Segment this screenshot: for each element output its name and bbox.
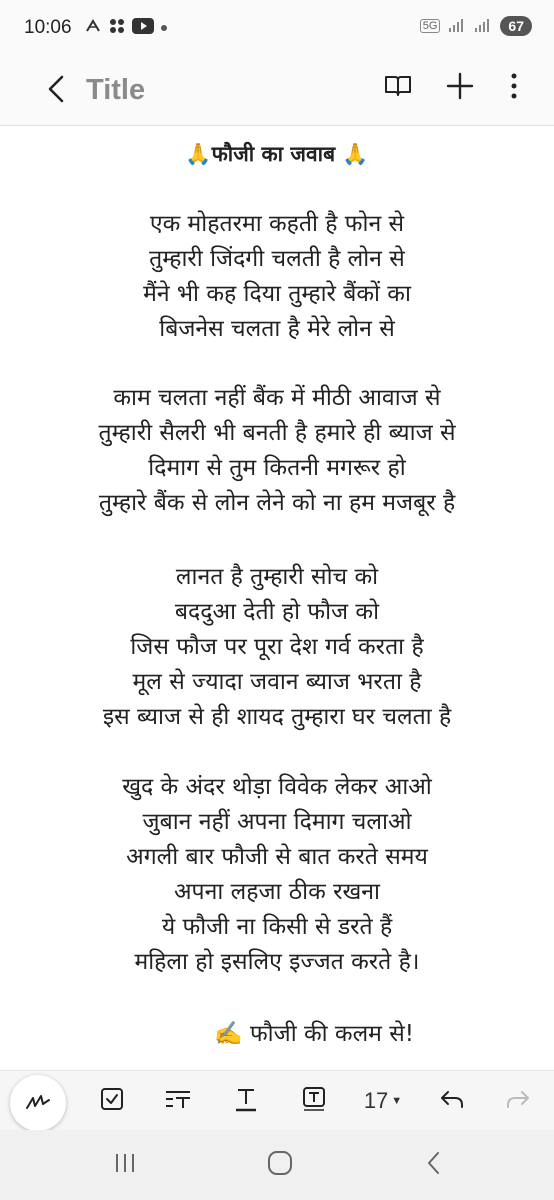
home-icon [267,1150,293,1180]
text-box-icon [302,1086,326,1116]
network-type: 5G [419,19,441,33]
status-right: 5G 67 [419,16,532,36]
poem-line: अगली बार फौजी से बात करते समय [126,844,428,870]
redo-icon [505,1088,531,1114]
note-body[interactable]: 🙏फौजी का जवाब 🙏 एक मोहतरमा कहती है फोन स… [0,126,554,1070]
poem-line: जिस फौज पर पूरा देश गर्व करता है [130,634,424,660]
note-title[interactable]: Title [86,74,145,107]
poem-line: दिमाग से तुम कितनी मगरूर हो [148,455,406,481]
recent-apps-button[interactable] [105,1148,145,1182]
back-arrow-icon [426,1151,442,1179]
app-bar: Title [0,56,554,126]
handwriting-button[interactable] [10,1075,66,1131]
app-bar-actions [380,66,524,110]
paragraph-style-button[interactable] [158,1079,198,1123]
system-back-button[interactable] [414,1148,454,1182]
poem-line: बिजनेस चलता है मेरे लोन से [159,316,395,342]
notification-dot-icon [160,19,168,37]
poem-line: जुबान नहीं अपना दिमाग चलाओ [142,809,412,835]
poem-line: अपना लहजा ठीक रखना [173,879,381,905]
status-time: 10:06 [24,17,72,38]
signal-icon [448,18,466,35]
poem-line: बददुआ देती हो फौज को [174,599,380,625]
poem-line: मैंने भी कह दिया तुम्हारे बैंकों का [143,281,411,307]
font-size-selector[interactable]: 17 ▼ [358,1079,408,1123]
redo-button[interactable] [498,1079,538,1123]
more-options-button[interactable] [504,66,524,110]
poem-line: ये फौजी ना किसी से डरते हैं [161,914,393,940]
text-format-button[interactable] [226,1079,266,1123]
reading-mode-button[interactable] [380,66,416,110]
undo-button[interactable] [432,1079,472,1123]
recent-apps-icon [113,1152,137,1178]
text-style-icon [164,1088,192,1114]
poem-line: काम चलता नहीं बैंक में मीठी आवाज से [113,385,441,411]
pen-icon [24,1090,52,1116]
no-disturb-icon [84,17,102,40]
youtube-icon [131,17,154,39]
undo-icon [439,1088,465,1114]
book-icon [384,74,412,102]
insert-button[interactable] [442,66,478,110]
format-toolbar: 17 ▼ [0,1070,554,1131]
plus-icon [446,72,474,104]
battery-indicator: 67 [500,16,532,36]
note-signature: ✍️ फौजी की कलम से! [214,1021,414,1047]
note-heading: 🙏फौजी का जवाब 🙏 [185,142,369,166]
checklist-button[interactable] [92,1079,132,1123]
more-vertical-icon [511,73,517,103]
system-nav-bar [0,1130,554,1200]
poem-line: तुम्हारे बैंक से लोन लेने को ना हम मजबूर… [98,490,456,516]
poem-line: खुद के अंदर थोड़ा विवेक लेकर आओ [122,774,432,800]
status-bar: 10:06 5G 67 [0,0,554,56]
poem-line: तुम्हारी जिंदगी चलती है लोन से [149,246,405,272]
poem-line: महिला हो इसलिए इज्जत करते है। [134,949,420,975]
font-size-value: 17 [363,1088,389,1113]
poem-line: तुम्हारी सैलरी भी बनती है हमारे ही ब्याज… [98,420,456,446]
checkbox-icon [100,1087,124,1115]
text-box-button[interactable] [294,1079,334,1123]
poem-line: मूल से ज्यादा जवान ब्याज भरता है [132,669,422,695]
back-button[interactable] [26,61,86,121]
poem-line: लानत है तुम्हारी सोच को [175,564,379,590]
text-underline-icon [234,1086,258,1116]
caret-down-icon: ▼ [391,1095,403,1107]
app-grid-icon [108,17,126,40]
poem-line: इस ब्याज से ही शायद तुम्हारा घर चलता है [102,704,452,730]
signal-icon-2 [474,18,492,35]
home-button[interactable] [260,1148,300,1182]
poem-line: एक मोहतरमा कहती है फोन से [149,211,405,237]
chevron-left-icon [46,74,66,108]
